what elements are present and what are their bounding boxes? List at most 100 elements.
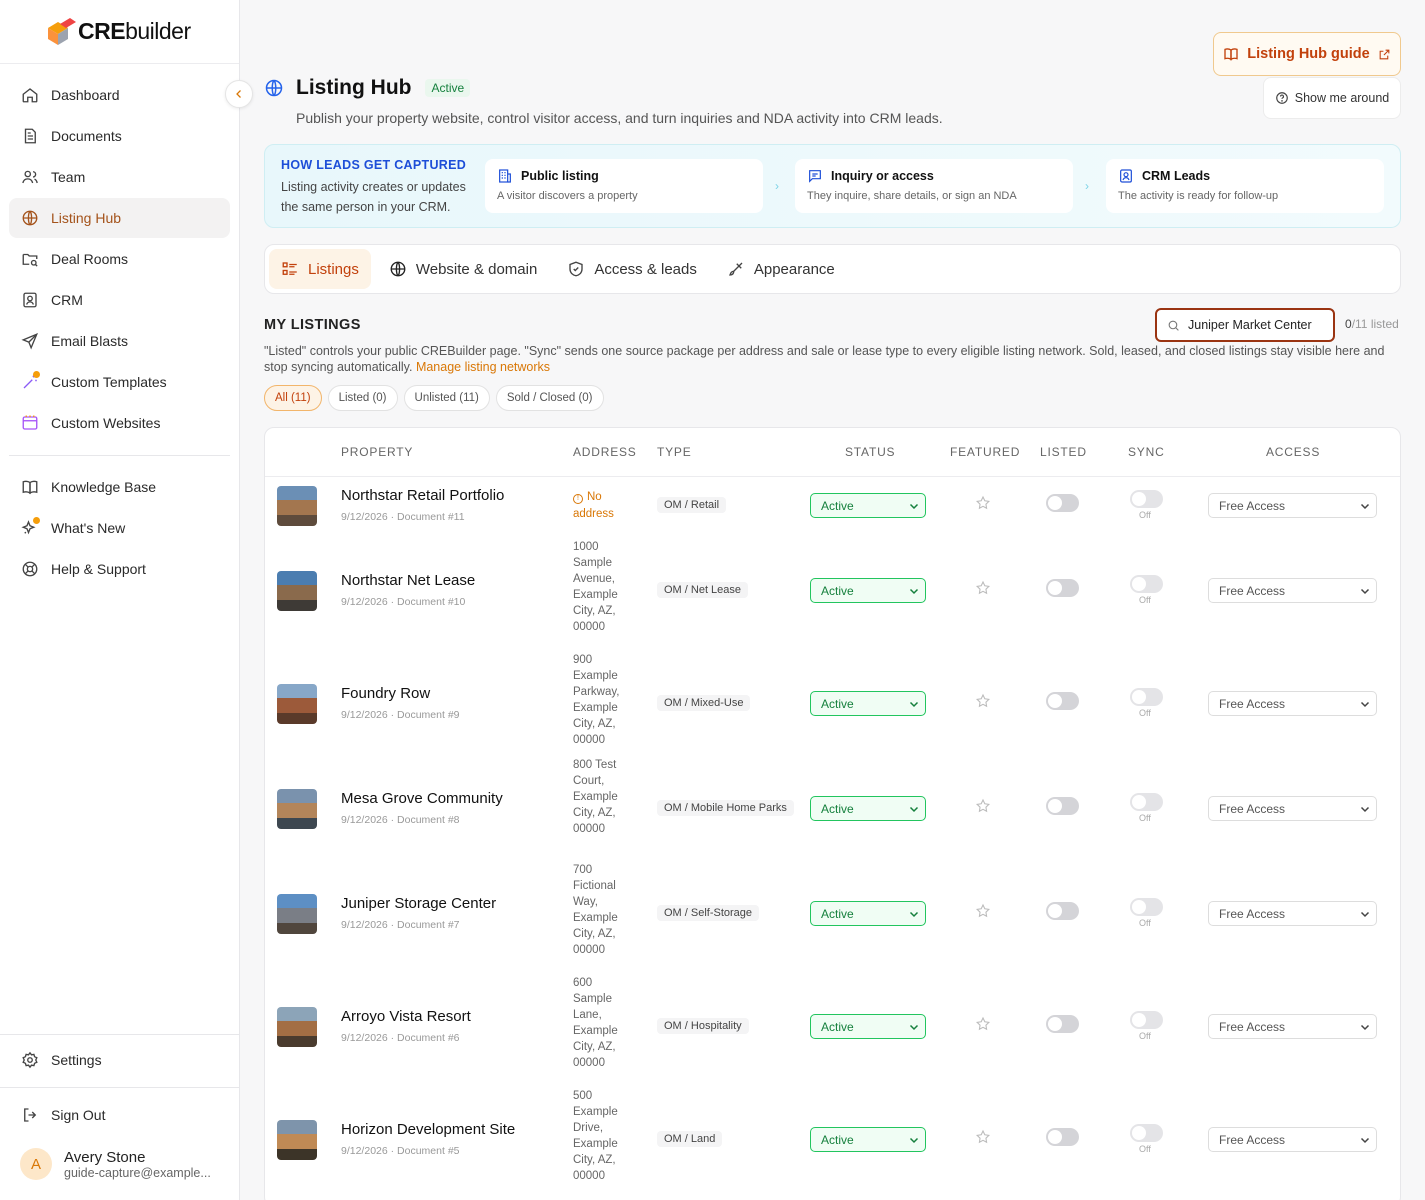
column-featured: FEATURED [950,445,1021,459]
sidebar-item-crm[interactable]: CRM [9,280,230,320]
listed-toggle[interactable] [1046,902,1079,920]
sync-toggle[interactable] [1130,490,1163,508]
listing-hub-guide-button[interactable]: Listing Hub guide [1213,32,1401,76]
sidebar-settings-section: Settings [0,1034,240,1081]
lead-capture-banner: HOW LEADS GET CAPTURED Listing activity … [264,144,1401,228]
listed-toggle[interactable] [1046,579,1079,597]
status-value: Active [821,1019,854,1034]
access-select[interactable]: Free Access [1208,796,1377,821]
listed-toggle[interactable] [1046,1128,1079,1146]
sidebar-item-email-blasts[interactable]: Email Blasts [9,321,230,361]
access-select[interactable]: Free Access [1208,1014,1377,1039]
sidebar-item-documents[interactable]: Documents [9,116,230,156]
tab-access-leads[interactable]: Access & leads [555,249,709,289]
chevron-down-icon [1360,1024,1370,1031]
listed-toggle[interactable] [1046,494,1079,512]
sidebar-item-knowledge-base[interactable]: Knowledge Base [9,467,230,507]
status-select[interactable]: Active [810,691,926,716]
access-select[interactable]: Free Access [1208,691,1377,716]
star-icon[interactable] [975,798,991,814]
sync-toggle[interactable] [1130,575,1163,593]
status-select[interactable]: Active [810,1127,926,1152]
tab-appearance[interactable]: Appearance [715,249,847,289]
property-name[interactable]: Horizon Development Site [341,1121,515,1138]
access-select[interactable]: Free Access [1208,1127,1377,1152]
access-select[interactable]: Free Access [1208,901,1377,926]
property-name[interactable]: Northstar Retail Portfolio [341,487,504,504]
no-address-warning: ! No address [573,489,633,523]
list-icon [281,260,299,278]
sidebar-item-settings[interactable]: Settings [9,1040,231,1080]
sidebar-item-dashboard[interactable]: Dashboard [9,75,230,115]
external-link-icon [1379,49,1390,59]
sign-out-button[interactable]: Sign Out [9,1095,231,1135]
property-meta: 9/12/2026 · Document #8 [341,814,460,826]
star-icon[interactable] [975,1129,991,1145]
listed-toggle[interactable] [1046,797,1079,815]
property-thumbnail[interactable] [277,1007,317,1047]
star-icon[interactable] [975,1016,991,1032]
access-select[interactable]: Free Access [1208,493,1377,518]
star-icon[interactable] [975,693,991,709]
property-thumbnail[interactable] [277,486,317,526]
status-select[interactable]: Active [810,578,926,603]
sidebar-item-deal-rooms[interactable]: Deal Rooms [9,239,230,279]
filter-listed[interactable]: Listed (0) [327,385,398,411]
access-value: Free Access [1219,906,1286,921]
status-filters: All (11) Listed (0) Unlisted (11) Sold /… [264,385,610,411]
property-name[interactable]: Arroyo Vista Resort [341,1008,471,1025]
status-select[interactable]: Active [810,901,926,926]
sidebar-item-help-support[interactable]: Help & Support [9,549,230,589]
filter-all[interactable]: All (11) [264,385,322,411]
listed-toggle[interactable] [1046,692,1079,710]
access-value: Free Access [1219,801,1286,816]
sidebar-item-custom-websites[interactable]: Custom Websites [9,403,230,443]
property-name[interactable]: Juniper Storage Center [341,895,496,912]
property-thumbnail[interactable] [277,789,317,829]
listed-toggle[interactable] [1046,1015,1079,1033]
sidebar-item-listing-hub[interactable]: Listing Hub [9,198,230,238]
collapse-sidebar-button[interactable] [225,80,253,108]
property-thumbnail[interactable] [277,1120,317,1160]
chevron-down-icon [909,1024,919,1031]
star-icon[interactable] [975,903,991,919]
star-icon[interactable] [975,495,991,511]
search-input[interactable]: Juniper Market Center [1155,308,1335,342]
sidebar-item-whats-new[interactable]: What's New [9,508,230,548]
filter-sold-closed[interactable]: Sold / Closed (0) [495,385,604,411]
chevron-down-icon [1360,701,1370,708]
status-select[interactable]: Active [810,1014,926,1039]
star-icon[interactable] [975,580,991,596]
sync-toggle[interactable] [1130,1124,1163,1142]
tab-listings[interactable]: Listings [269,249,371,289]
show-me-around-button[interactable]: Show me around [1263,77,1401,119]
user-profile[interactable]: A Avery Stone guide-capture@example... [20,1148,211,1180]
sync-toggle[interactable] [1130,688,1163,706]
sidebar-item-label: Knowledge Base [51,479,157,495]
tab-website-domain[interactable]: Website & domain [377,249,549,289]
sync-toggle[interactable] [1130,793,1163,811]
property-name[interactable]: Northstar Net Lease [341,572,475,589]
status-select[interactable]: Active [810,796,926,821]
sidebar-item-label: Team [51,169,86,185]
status-value: Active [821,1132,854,1147]
brand-logo[interactable]: CREbuilder [0,0,239,64]
access-select[interactable]: Free Access [1208,578,1377,603]
listed-count: 0/11 listed [1345,317,1399,331]
document-icon [21,127,39,145]
status-select[interactable]: Active [810,493,926,518]
sidebar-item-custom-templates[interactable]: Custom Templates [9,362,230,402]
sync-status-label: Off [1139,510,1151,520]
sync-toggle[interactable] [1130,898,1163,916]
sync-toggle[interactable] [1130,1011,1163,1029]
globe-icon [21,209,39,227]
filter-unlisted[interactable]: Unlisted (11) [403,385,490,411]
property-thumbnail[interactable] [277,894,317,934]
guide-button-label: Listing Hub guide [1247,46,1370,62]
property-name[interactable]: Foundry Row [341,685,430,702]
property-thumbnail[interactable] [277,571,317,611]
sidebar-item-team[interactable]: Team [9,157,230,197]
manage-networks-link[interactable]: Manage listing networks [416,360,550,374]
property-name[interactable]: Mesa Grove Community [341,790,503,807]
property-thumbnail[interactable] [277,684,317,724]
